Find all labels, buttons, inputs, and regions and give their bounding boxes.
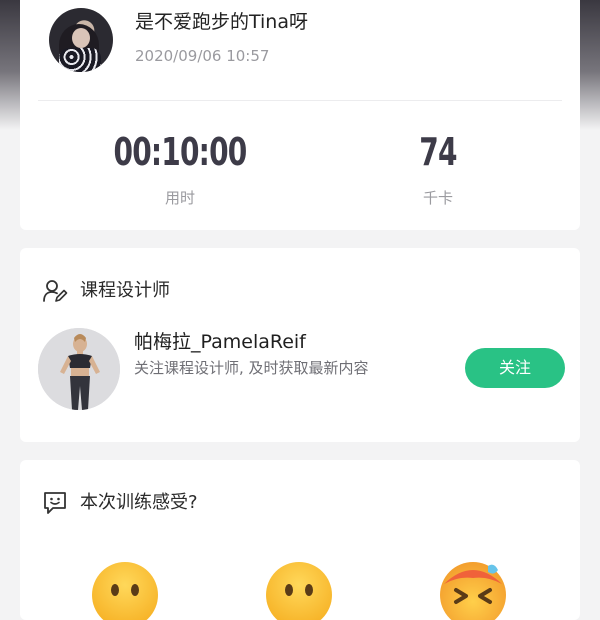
designer-photo <box>38 328 120 410</box>
username[interactable]: 是不爱跑步的Tina呀 <box>135 10 308 34</box>
duration-label: 用时 <box>164 189 195 207</box>
divider <box>38 100 562 101</box>
training-feedback-card: 本次训练感受? <box>20 460 580 620</box>
duration-value: 00:10:00 <box>113 130 248 174</box>
stat-calories: 74 千卡 <box>338 130 538 208</box>
feedback-section-title: 本次训练感受? <box>80 492 198 513</box>
designer-subtitle: 关注课程设计师, 及时获取最新内容 <box>134 359 369 377</box>
calories-label: 千卡 <box>422 189 453 207</box>
designer-avatar[interactable] <box>38 328 120 410</box>
designer-section-header: 课程设计师 <box>42 278 170 304</box>
workout-summary-card: 是不爱跑步的Tina呀 2020/09/06 10:57 00:10:00 用时… <box>20 0 580 230</box>
emoji-hot-icon[interactable] <box>438 560 508 620</box>
user-avatar[interactable] <box>49 8 113 72</box>
designer-section-title: 课程设计师 <box>80 280 170 301</box>
workout-datetime: 2020/09/06 10:57 <box>135 47 270 65</box>
emoji-neutral-icon[interactable] <box>264 560 334 620</box>
feedback-section-header: 本次训练感受? <box>42 490 198 516</box>
chat-smile-icon <box>44 492 66 514</box>
calories-value: 74 <box>419 130 457 174</box>
stat-duration: 00:10:00 用时 <box>80 130 280 208</box>
designer-name[interactable]: 帕梅拉_PamelaReif <box>134 330 306 354</box>
follow-button[interactable]: 关注 <box>465 348 565 388</box>
user-edit-icon <box>43 280 68 302</box>
emoji-happy-icon[interactable] <box>90 560 160 620</box>
avatar-face <box>72 28 90 48</box>
avatar-dress <box>59 48 101 72</box>
course-designer-card: 课程设计师 帕梅拉_PamelaReif 关注课程设计师, 及时获取最新内容 关… <box>20 248 580 442</box>
